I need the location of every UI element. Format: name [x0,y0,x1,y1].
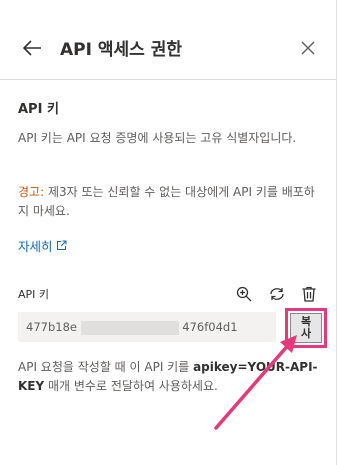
panel-header: API 액세스 권한 [0,0,336,80]
warning-text: 제3자 또는 신뢰할 수 없는 대상에게 API 키를 배포하지 마세요. [18,185,315,218]
copy-button[interactable]: 복 사 [285,308,327,348]
delete-icon[interactable] [300,285,318,303]
copy-button-face: 복 사 [290,313,322,343]
refresh-icon[interactable] [268,285,286,303]
panel-title: API 액세스 권한 [60,40,182,60]
usage-instructions: API 요청을 작성할 때 이 API 키를 apikey=YOUR-API-K… [18,358,323,396]
api-key-label: API 키 [18,288,50,301]
copy-label-bottom: 사 [300,327,312,340]
external-link-icon [56,240,67,250]
warning-message: 경고: 제3자 또는 신뢰할 수 없는 대상에게 API 키를 배포하지 마세요… [18,183,323,221]
zoom-icon[interactable] [235,285,253,303]
learn-more-link[interactable]: 자세히 [18,236,67,255]
usage-text-before: API 요청을 작성할 때 이 API 키를 [18,360,194,374]
usage-text-after: 매개 변수로 전달하여 사용하세요. [44,379,218,393]
arrow-left-icon[interactable] [21,37,43,59]
learn-more-label: 자세히 [18,239,53,254]
masked-key-segment [80,320,179,335]
api-key-description: API 키는 API 요청 증명에 사용되는 고유 식별자입니다. [18,131,297,145]
api-key-value-start: 477b18e [26,320,77,334]
api-key-value-end: 476f04d1 [182,320,238,334]
api-key-field[interactable]: 477b18e 476f04d1 [18,312,276,342]
close-icon[interactable] [298,38,318,58]
warning-label: 경고: [18,185,45,199]
api-access-panel: API 액세스 권한 API 키 API 키는 API 요청 증명에 사용되는 … [0,0,337,465]
section-title: API 키 [18,102,59,117]
